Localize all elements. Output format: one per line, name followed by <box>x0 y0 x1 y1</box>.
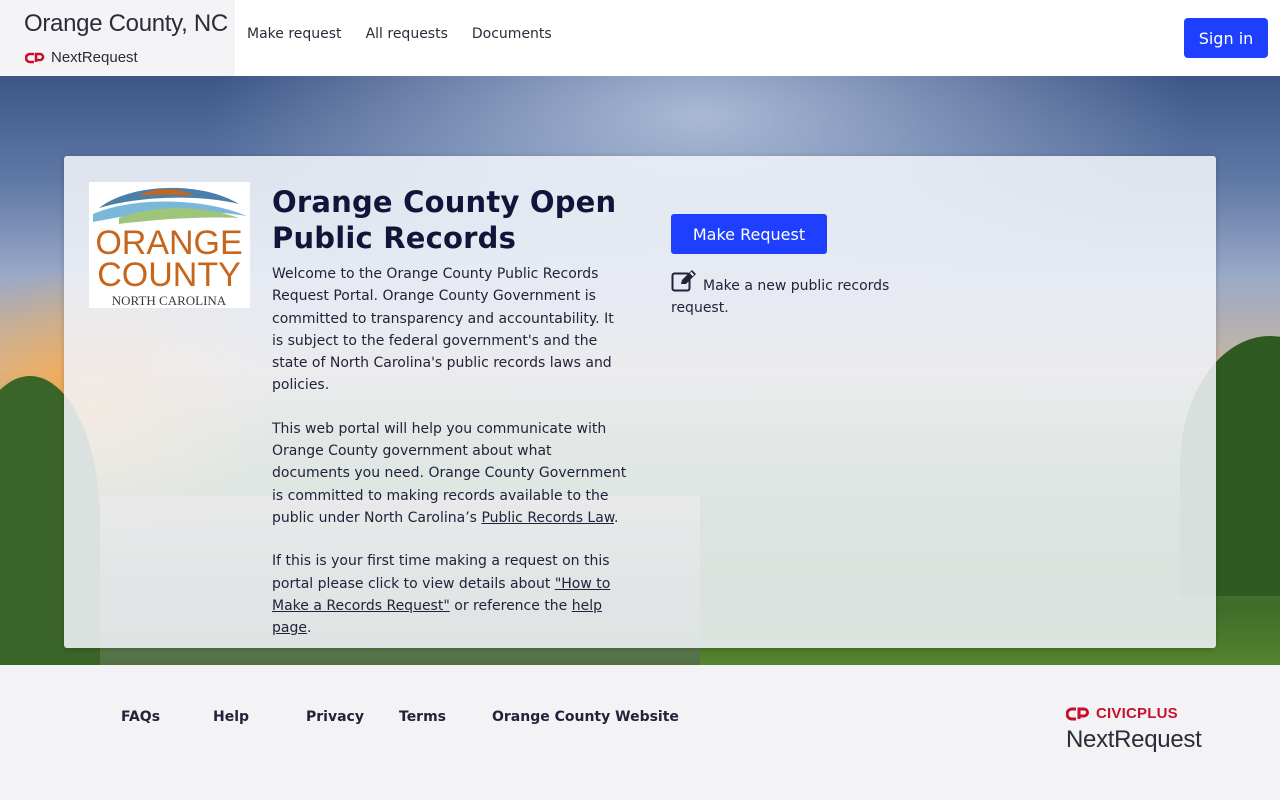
logo-line-3: NORTH CAROLINA <box>112 293 227 308</box>
nav-all-requests[interactable]: All requests <box>366 26 448 42</box>
page-title: Orange County Open Public Records <box>272 185 617 255</box>
civicplus-label: CIVICPLUS <box>1096 705 1178 722</box>
footer-link-faqs[interactable]: FAQs <box>121 709 160 725</box>
make-request-section: Make Request Make a new public records r… <box>671 214 901 319</box>
footer-link-help[interactable]: Help <box>213 709 249 725</box>
welcome-card: ORANGE COUNTY NORTH CAROLINA Orange Coun… <box>64 156 1216 648</box>
sign-in-button[interactable]: Sign in <box>1184 18 1268 58</box>
nextrequest-label: NextRequest <box>1066 726 1202 753</box>
logo-line-2: COUNTY <box>97 256 241 294</box>
intro-paragraph-2: This web portal will help you communicat… <box>272 418 628 529</box>
intro-paragraph-3-mid: or reference the <box>449 597 572 614</box>
main-nav: Make request All requests Documents <box>247 26 552 42</box>
orange-county-logo: ORANGE COUNTY NORTH CAROLINA <box>89 182 250 308</box>
intro-paragraph-3: If this is your first time making a requ… <box>272 550 628 639</box>
civicplus-logo-icon <box>1066 707 1089 720</box>
intro-paragraph-2-end: . <box>613 509 619 526</box>
make-request-button[interactable]: Make Request <box>671 214 827 254</box>
make-request-description-text: Make a new public records request. <box>671 278 890 316</box>
intro-content: Orange County Open Public Records Welcom… <box>272 184 628 639</box>
edit-icon <box>671 270 696 292</box>
footer-link-privacy[interactable]: Privacy <box>306 709 364 725</box>
nav-make-request[interactable]: Make request <box>247 26 342 42</box>
footer-link-county-website[interactable]: Orange County Website <box>492 709 679 725</box>
intro-paragraph-3-end: . <box>306 620 312 637</box>
org-title[interactable]: Orange County, NC <box>24 10 228 38</box>
footer-link-terms[interactable]: Terms <box>399 709 446 725</box>
product-name: NextRequest <box>51 49 138 66</box>
site-header: Orange County, NC NextRequest Make reque… <box>0 0 1280 76</box>
civicplus-brand: CIVICPLUS <box>1066 705 1201 722</box>
site-footer: FAQs Help Privacy Terms Orange County We… <box>0 665 1280 800</box>
brand-block[interactable]: Orange County, NC NextRequest <box>0 0 235 76</box>
intro-paragraph-1: Welcome to the Orange County Public Reco… <box>272 266 614 394</box>
nav-documents[interactable]: Documents <box>472 26 552 42</box>
public-records-law-link[interactable]: Public Records Law <box>481 510 614 526</box>
footer-brand[interactable]: CIVICPLUS NextRequest <box>1066 705 1202 754</box>
civicplus-logo-icon <box>25 52 45 63</box>
make-request-description: Make a new public records request. <box>671 270 901 319</box>
product-brand: NextRequest <box>25 49 138 66</box>
